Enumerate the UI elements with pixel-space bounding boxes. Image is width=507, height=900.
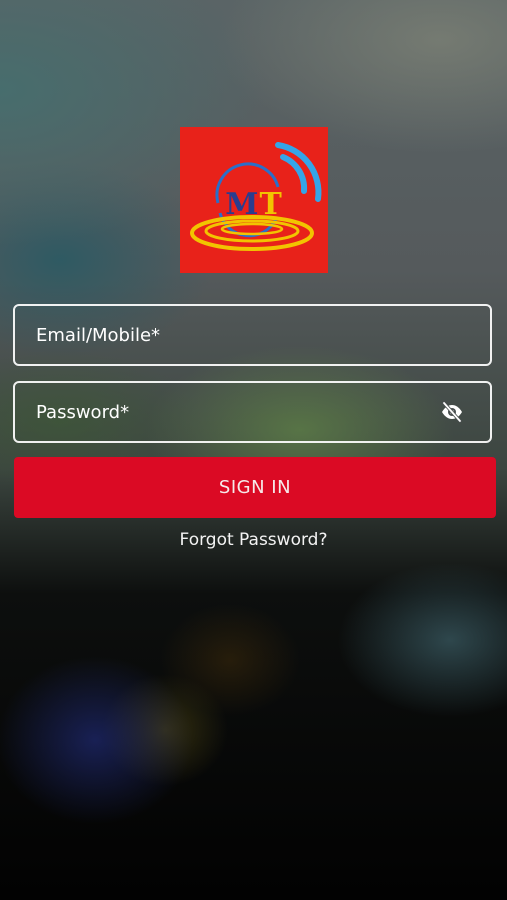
- app-logo: MT: [180, 127, 328, 273]
- login-screen: MT SIGN IN Forgot Password?: [0, 0, 507, 900]
- password-field-container: [13, 381, 492, 443]
- eye-off-icon[interactable]: [440, 400, 464, 424]
- logo-letter-m: M: [225, 187, 260, 222]
- email-mobile-input[interactable]: [15, 306, 490, 364]
- sign-in-button[interactable]: SIGN IN: [14, 457, 496, 518]
- forgot-password-link[interactable]: Forgot Password?: [0, 530, 507, 550]
- logo-letter-t: T: [259, 187, 283, 222]
- password-input[interactable]: [15, 383, 490, 441]
- email-field-container: [13, 304, 492, 366]
- logo-wordmark: MT: [180, 187, 328, 222]
